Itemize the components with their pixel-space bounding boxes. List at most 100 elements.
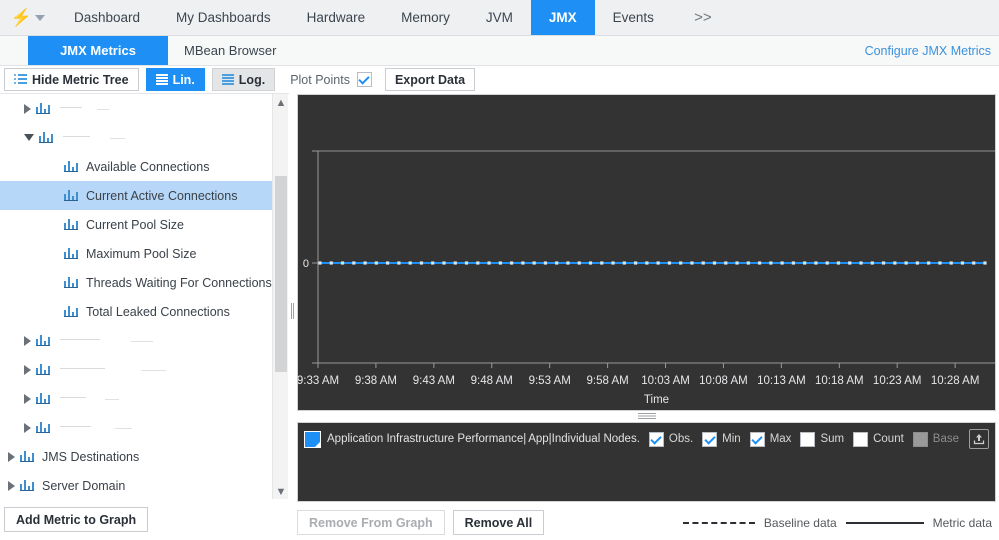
scrollbar-thumb[interactable] (275, 176, 287, 372)
jmx-metrics-page: ⚡ Dashboard My Dashboards Hardware Memor… (0, 0, 999, 540)
chevron-up-icon[interactable]: ▲ (273, 94, 289, 111)
max-label: Max (769, 433, 792, 445)
configure-jmx-metrics-link[interactable]: Configure JMX Metrics (865, 36, 991, 66)
lines-icon (221, 74, 234, 85)
tree-item-current-pool-size[interactable]: Current Pool Size (0, 210, 272, 239)
splitter-grip-icon (291, 303, 295, 319)
min-checkbox[interactable] (702, 431, 718, 447)
secondary-navbar: JMX Metrics MBean Browser Configure JMX … (0, 36, 999, 66)
obs-checkbox[interactable] (648, 431, 664, 447)
svg-text:9:48 AM: 9:48 AM (471, 375, 513, 387)
svg-text:10:28 AM: 10:28 AM (931, 375, 980, 387)
sum-label: Sum (820, 433, 845, 445)
export-data-button[interactable]: Export Data (384, 68, 476, 91)
tree-item-total-leaked-connections[interactable]: Total Leaked Connections (0, 297, 272, 326)
tree-item-current-active-connections[interactable]: Current Active Connections (0, 181, 272, 210)
redacted-label (61, 133, 129, 142)
expand-arrow-icon[interactable] (24, 335, 31, 346)
bolt-icon: ⚡ (10, 8, 33, 27)
svg-text:9:33 AM: 9:33 AM (298, 375, 339, 387)
add-metric-to-graph-button[interactable]: Add Metric to Graph (4, 507, 149, 532)
nav-tab-jmx[interactable]: JMX (530, 0, 595, 35)
expand-arrow-icon[interactable] (8, 480, 15, 491)
linear-scale-label: Lin. (172, 72, 195, 87)
series-color-swatch[interactable] (304, 430, 321, 448)
nav-tab-dashboard[interactable]: Dashboard (56, 0, 158, 35)
redacted-label (58, 394, 123, 403)
remove-from-graph-button[interactable]: Remove From Graph (297, 510, 445, 535)
nav-tab-my-dashboards[interactable]: My Dashboards (158, 0, 289, 35)
metric-chart-icon (64, 306, 78, 317)
sum-checkbox[interactable] (800, 431, 816, 447)
tab-mbean-browser[interactable]: MBean Browser (168, 36, 292, 65)
toggle-min[interactable]: Min (702, 431, 741, 447)
log-scale-button[interactable]: Log. (211, 68, 276, 91)
toggle-count[interactable]: Count (853, 431, 904, 447)
hide-metric-tree-button[interactable]: Hide Metric Tree (4, 68, 139, 91)
chart-actions-bar: Remove From Graph Remove All Baseline da… (297, 505, 996, 540)
upload-icon[interactable] (969, 429, 989, 449)
toggle-obs[interactable]: Obs. (648, 431, 693, 447)
tree-item-redacted[interactable] (0, 326, 272, 355)
nav-tab-events[interactable]: Events (595, 0, 672, 35)
nav-overflow-button[interactable]: >> (672, 0, 734, 35)
expand-arrow-icon[interactable] (24, 364, 31, 375)
metric-tree[interactable]: Available Connections Current Active Conn… (0, 94, 272, 500)
series-legend-panel: Application Infrastructure Performance| … (297, 422, 996, 502)
app-menu-button[interactable]: ⚡ (0, 0, 56, 35)
nav-tab-memory[interactable]: Memory (383, 0, 468, 35)
tree-item-redacted[interactable] (0, 413, 272, 442)
metric-chart-icon (36, 335, 50, 346)
expand-arrow-icon[interactable] (8, 451, 15, 462)
toggle-max[interactable]: Max (749, 431, 792, 447)
toggle-base: Base (912, 431, 959, 447)
svg-text:0: 0 (303, 258, 309, 270)
linear-scale-button[interactable]: Lin. (145, 68, 205, 91)
metric-chart-icon (39, 132, 53, 143)
svg-text:9:58 AM: 9:58 AM (587, 375, 629, 387)
tree-item-maximum-pool-size[interactable]: Maximum Pool Size (0, 239, 272, 268)
base-label: Base (932, 433, 959, 445)
expand-arrow-icon[interactable] (24, 393, 31, 404)
svg-text:10:18 AM: 10:18 AM (815, 375, 864, 387)
horizontal-splitter[interactable] (297, 411, 996, 422)
tree-item-threads-waiting-for-connections[interactable]: Threads Waiting For Connections (0, 268, 272, 297)
nav-tab-hardware[interactable]: Hardware (289, 0, 384, 35)
tree-item-server-domain[interactable]: Server Domain (0, 471, 272, 500)
metric-chart-icon (36, 103, 50, 114)
remove-all-button[interactable]: Remove All (452, 510, 545, 535)
nav-tab-jvm[interactable]: JVM (468, 0, 531, 35)
chevron-down-icon[interactable]: ▼ (273, 483, 289, 500)
add-metric-bar: Add Metric to Graph (0, 499, 289, 540)
base-checkbox (912, 431, 928, 447)
count-checkbox[interactable] (853, 431, 869, 447)
max-checkbox[interactable] (749, 431, 765, 447)
collapse-arrow-icon[interactable] (24, 134, 34, 141)
toggle-sum[interactable]: Sum (800, 431, 845, 447)
redacted-label (58, 336, 157, 345)
tab-jmx-metrics[interactable]: JMX Metrics (28, 36, 168, 65)
metric-tree-scrollbar[interactable]: ▲ ▼ (272, 94, 288, 500)
plot-points-label: Plot Points (290, 72, 350, 87)
tree-item-jms-destinations[interactable]: JMS Destinations (0, 442, 272, 471)
log-scale-label: Log. (238, 72, 266, 87)
tree-item-redacted[interactable] (0, 94, 272, 123)
metric-chart-icon (64, 248, 78, 259)
plot-points-checkbox[interactable] (356, 72, 372, 87)
metric-chart-icon (64, 161, 78, 172)
tree-item-redacted[interactable] (0, 384, 272, 413)
chevron-down-icon (35, 14, 46, 21)
expand-arrow-icon[interactable] (24, 103, 31, 114)
metric-tree-sidebar: Available Connections Current Active Conn… (0, 93, 289, 540)
tree-item-label: Threads Waiting For Connections (86, 275, 272, 290)
svg-text:10:03 AM: 10:03 AM (641, 375, 690, 387)
tree-list-icon (14, 74, 27, 85)
tree-item-available-connections[interactable]: Available Connections (0, 152, 272, 181)
splitter-grip-icon (637, 413, 656, 420)
tree-item-label: Maximum Pool Size (86, 246, 197, 261)
tree-item-redacted[interactable] (0, 123, 272, 152)
vertical-splitter[interactable] (289, 93, 297, 505)
expand-arrow-icon[interactable] (24, 422, 31, 433)
tree-item-redacted[interactable] (0, 355, 272, 384)
metric-chart-panel[interactable]: 0 9:33 AM 9:38 AM 9:43 AM 9:48 AM 9:53 AM 9:58… (297, 94, 996, 411)
